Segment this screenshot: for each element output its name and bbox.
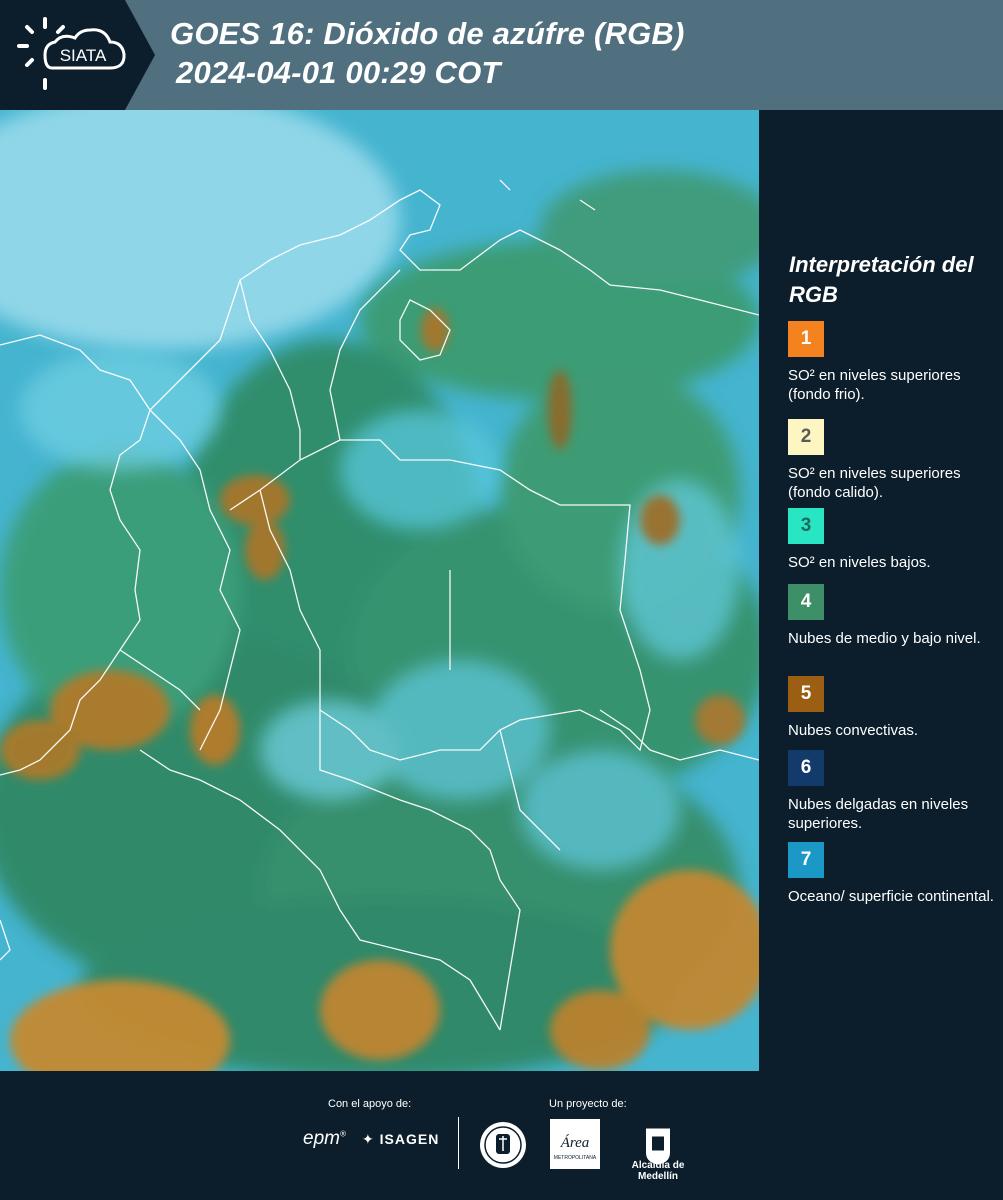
timestamp: 2024-04-01 00:29 COT	[176, 55, 501, 90]
legend-label-4: Nubes de medio y bajo nivel.	[788, 630, 981, 647]
svg-text:METROPOLITANA: METROPOLITANA	[554, 1155, 597, 1161]
legend-swatch-7: 7	[788, 842, 824, 878]
area-metropolitana-logo[interactable]: Área METROPOLITANA	[550, 1119, 600, 1171]
isagen-mark-icon: ✦	[362, 1131, 375, 1147]
project-label: Un proyecto de:	[549, 1098, 627, 1110]
legend-swatch-6: 6	[788, 750, 824, 786]
footer-divider	[458, 1117, 459, 1169]
legend-swatch-5: 5	[788, 676, 824, 712]
support-label: Con el apoyo de:	[328, 1098, 412, 1110]
legend-swatch-3: 3	[788, 508, 824, 544]
legend-item-2: 2 SO² en niveles superiores (fondo calid…	[788, 419, 998, 515]
legend-item-6: 6 Nubes delgadas en niveles superiores.	[788, 750, 998, 833]
legend-label-3: SO² en niveles bajos.	[788, 554, 931, 571]
legend-label-6: Nubes delgadas en niveles superiores.	[788, 796, 969, 832]
isagen-logo[interactable]: ✦ ISAGEN	[362, 1131, 439, 1148]
siata-logo-icon: SIATA	[0, 0, 155, 110]
alcaldia-label: Alcaldía de Medellín	[631, 1160, 685, 1182]
legend-swatch-2: 2	[788, 419, 824, 455]
siata-logo[interactable]: SIATA	[0, 0, 155, 110]
legend-item-4: 4 Nubes de medio y bajo nivel.	[788, 584, 998, 648]
legend-label-1: SO² en niveles superiores (fondo frio).	[788, 367, 961, 403]
header-bar: SIATA GOES 16: Dióxido de azúfre (RGB) 2…	[0, 0, 1003, 110]
svg-text:Área: Área	[560, 1134, 590, 1151]
legend-panel: Interpretación del RGB 1 SO² en niveles …	[759, 110, 1003, 1071]
page-title: GOES 16: Dióxido de azúfre (RGB)	[170, 16, 685, 51]
legend-item-1: 1 SO² en niveles superiores (fondo frio)…	[788, 321, 998, 404]
svg-text:SIATA: SIATA	[60, 46, 107, 65]
legend-label-7: Oceano/ superficie continental.	[788, 888, 994, 905]
epm-logo[interactable]: epm®	[303, 1128, 346, 1150]
legend-swatch-1: 1	[788, 321, 824, 357]
legend-item-7: 7 Oceano/ superficie continental.	[788, 842, 998, 906]
legend-item-5: 5 Nubes convectivas.	[788, 676, 998, 740]
rgb-composite-image	[0, 110, 759, 1071]
medellin-seal-icon[interactable]	[478, 1119, 528, 1171]
legend-swatch-4: 4	[788, 584, 824, 620]
satellite-map[interactable]	[0, 110, 759, 1071]
legend-title: Interpretación del RGB	[789, 252, 974, 307]
legend-item-3: 3 SO² en niveles bajos.	[788, 508, 998, 572]
legend-label-5: Nubes convectivas.	[788, 722, 919, 739]
footer: Con el apoyo de: Un proyecto de: epm® ✦ …	[0, 1071, 1003, 1200]
